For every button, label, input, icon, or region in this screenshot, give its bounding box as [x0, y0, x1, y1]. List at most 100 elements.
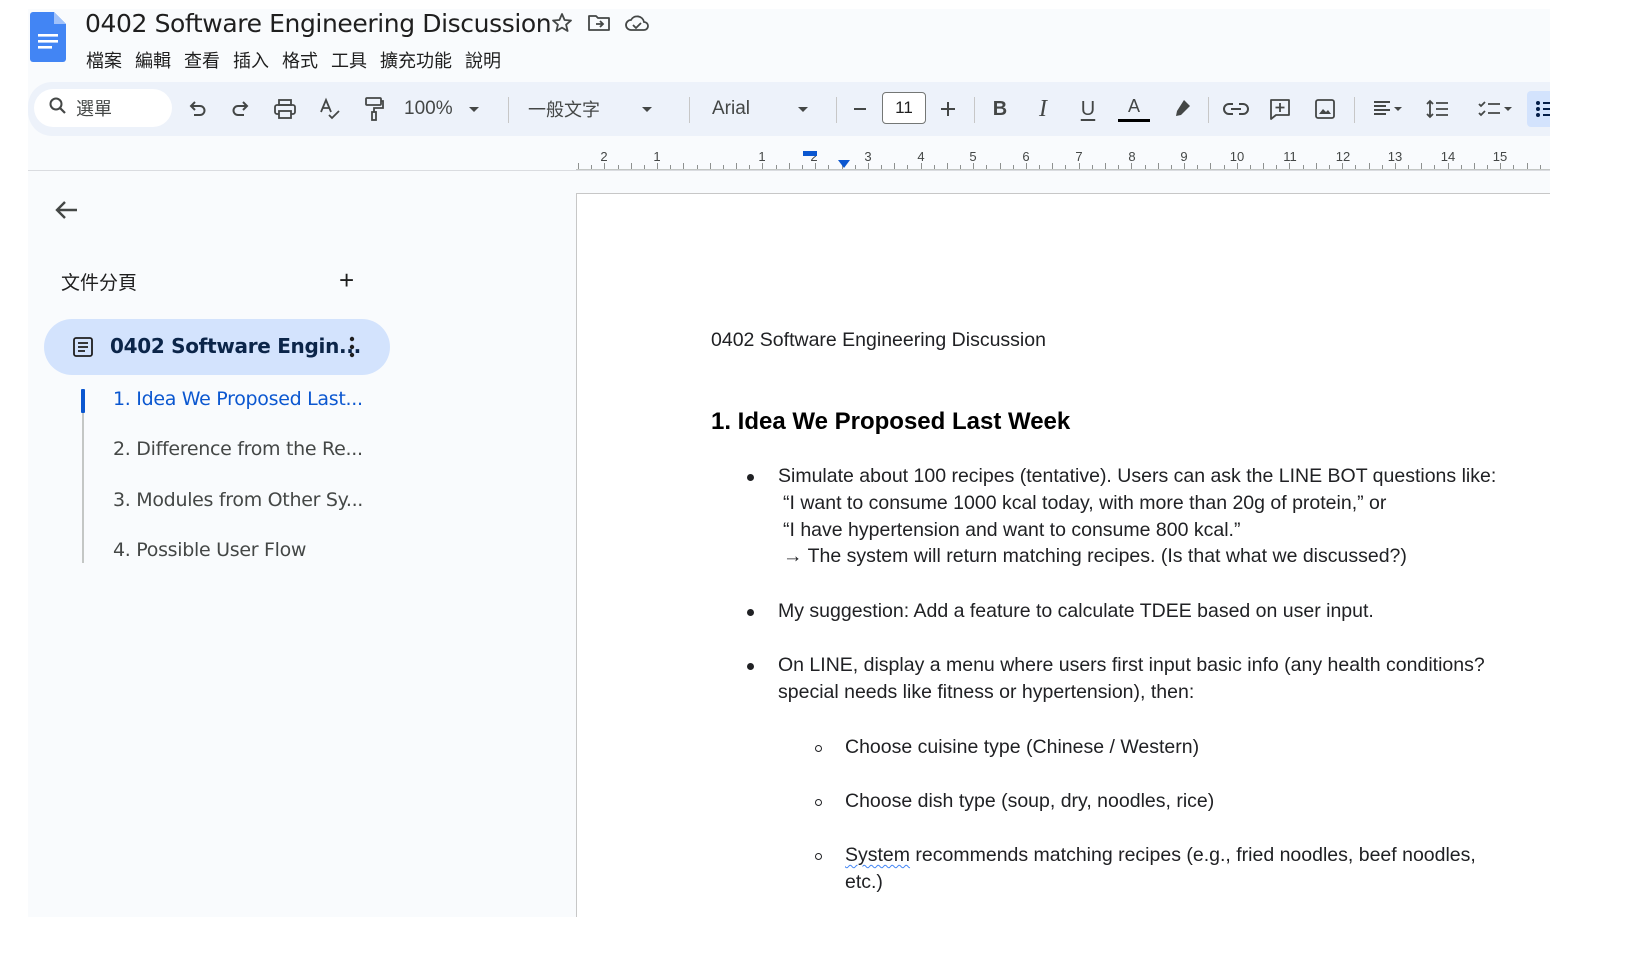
toolbar-divider — [1354, 97, 1355, 123]
font-size-input[interactable]: 11 — [882, 92, 926, 124]
ruler-label: 13 — [1387, 149, 1403, 164]
horizontal-ruler[interactable]: 2 1 1 2 3 4 5 6 7 8 9 10 11 12 13 14 15 — [576, 145, 1550, 171]
ruler-label: 7 — [1075, 149, 1083, 164]
spelling-flagged-word[interactable]: System — [845, 844, 910, 866]
bullet-3-line-2: special needs like fitness or hypertensi… — [778, 681, 1195, 703]
add-comment-button[interactable] — [1266, 93, 1294, 125]
menu-view[interactable]: 查看 — [182, 45, 231, 75]
outline-item[interactable]: 4. Possible User Flow — [113, 539, 306, 561]
outline-item[interactable]: 3. Modules from Other Sy... — [113, 489, 363, 511]
ruler-tick — [1460, 165, 1462, 169]
paragraph-style-value: 一般文字 — [528, 100, 600, 121]
underline-button[interactable]: U — [1074, 93, 1102, 125]
ruler-label: 6 — [1022, 149, 1030, 164]
toolbar-divider — [689, 97, 690, 123]
ruler-label: 4 — [917, 149, 925, 164]
link-icon — [1223, 103, 1249, 115]
bullet-1-line-4: → The system will return matching recipe… — [783, 545, 1407, 567]
undo-icon — [189, 101, 206, 116]
bold-button[interactable]: B — [986, 93, 1014, 125]
bullet-marker — [747, 663, 754, 670]
sub-bullet-1: Choose cuisine type (Chinese / Western) — [845, 736, 1200, 758]
document-tab[interactable]: 0402 Software Engin... — [44, 319, 390, 375]
docs-window: 0402 Software Engineering Discussion 檔案 … — [28, 9, 1550, 917]
first-line-indent-marker[interactable] — [801, 149, 821, 159]
align-button[interactable] — [1366, 93, 1410, 125]
chevron-down-icon — [798, 107, 809, 112]
menu-bar: 檔案 編輯 查看 插入 格式 工具 擴充功能 說明 — [84, 45, 512, 75]
document-title[interactable]: 0402 Software Engineering Discussion — [85, 9, 552, 38]
cloud-saved-icon[interactable] — [624, 11, 650, 35]
ruler-tick — [578, 163, 579, 169]
decrease-font-size-button[interactable] — [848, 93, 872, 125]
paragraph-style-select[interactable]: 一般文字 — [528, 93, 673, 125]
insert-link-button[interactable] — [1222, 93, 1250, 125]
spellcheck-button[interactable] — [316, 93, 344, 125]
ruler-tick — [788, 163, 790, 169]
image-icon — [1315, 99, 1335, 119]
increase-font-size-button[interactable] — [936, 93, 960, 125]
undo-button[interactable] — [183, 93, 211, 125]
ruler-tick — [591, 165, 593, 169]
paint-format-button[interactable] — [360, 93, 388, 125]
ruler-tick — [1065, 165, 1067, 169]
menu-edit[interactable]: 編輯 — [133, 45, 182, 75]
bullet-3-line-1: On LINE, display a menu where users firs… — [778, 654, 1485, 676]
menu-format[interactable]: 格式 — [280, 45, 329, 75]
ruler-tick — [907, 165, 909, 169]
outline-active-indicator — [81, 389, 85, 413]
ruler-tick — [722, 165, 724, 169]
ruler-tick — [881, 165, 883, 169]
line-spacing-button[interactable] — [1423, 93, 1453, 125]
document-subtitle: 0402 Software Engineering Discussion — [711, 329, 1046, 351]
bullet-1-line-3: “I have hypertension and want to consume… — [783, 519, 1241, 541]
outline-item[interactable]: 1. Idea We Proposed Last... — [113, 388, 363, 410]
more-vert-icon[interactable] — [345, 333, 359, 366]
bold-label: B — [992, 97, 1008, 120]
print-button[interactable] — [271, 93, 299, 125]
outline-item[interactable]: 2. Difference from the Re... — [113, 438, 363, 460]
redo-button[interactable] — [227, 93, 255, 125]
menu-search[interactable]: 選單 — [34, 89, 172, 127]
highlighter-icon — [1176, 100, 1190, 116]
ruler-label: 1 — [653, 149, 661, 164]
add-comment-icon — [1270, 99, 1290, 120]
zoom-select[interactable]: 100% — [404, 93, 494, 125]
add-tab-button[interactable]: + — [339, 267, 354, 293]
ruler-tick — [946, 163, 948, 169]
zoom-value: 100% — [404, 98, 453, 119]
left-indent-marker[interactable] — [837, 159, 851, 169]
bulleted-list-button[interactable] — [1527, 91, 1550, 127]
highlight-button[interactable] — [1168, 93, 1196, 125]
sub-bullet-3-text: recommends matching recipes (e.g., fried… — [910, 844, 1476, 866]
menu-insert[interactable]: 插入 — [231, 45, 280, 75]
docs-logo-icon[interactable] — [30, 12, 66, 62]
ruler-tick — [683, 163, 685, 169]
menu-file[interactable]: 檔案 — [84, 45, 133, 75]
underline-label: U — [1080, 97, 1096, 120]
ruler-tick — [1539, 165, 1541, 169]
insert-image-button[interactable] — [1311, 93, 1339, 125]
chevron-down-icon — [1504, 107, 1512, 111]
italic-button[interactable]: I — [1029, 93, 1057, 125]
move-folder-icon[interactable] — [586, 11, 612, 35]
title-actions — [550, 11, 650, 35]
menu-tools[interactable]: 工具 — [329, 45, 378, 75]
ruler-tick — [1513, 165, 1515, 169]
star-icon[interactable] — [550, 11, 574, 35]
menu-extensions[interactable]: 擴充功能 — [378, 45, 463, 75]
ruler-tick — [1276, 165, 1278, 169]
text-color-button[interactable]: A — [1118, 93, 1150, 125]
ruler-tick — [1223, 165, 1225, 169]
ruler-tick — [670, 165, 672, 169]
close-outline-button[interactable] — [52, 195, 82, 230]
ruler-tick — [1355, 165, 1357, 169]
print-icon — [274, 99, 296, 119]
checklist-button[interactable] — [1471, 93, 1521, 125]
sub-bullet-marker — [815, 745, 822, 752]
bullet-marker — [747, 609, 754, 616]
menu-help[interactable]: 說明 — [463, 45, 512, 75]
ruler-tick — [1157, 163, 1159, 169]
document-page[interactable]: 0402 Software Engineering Discussion 1. … — [576, 193, 1550, 917]
font-select[interactable]: Arial — [712, 93, 822, 125]
